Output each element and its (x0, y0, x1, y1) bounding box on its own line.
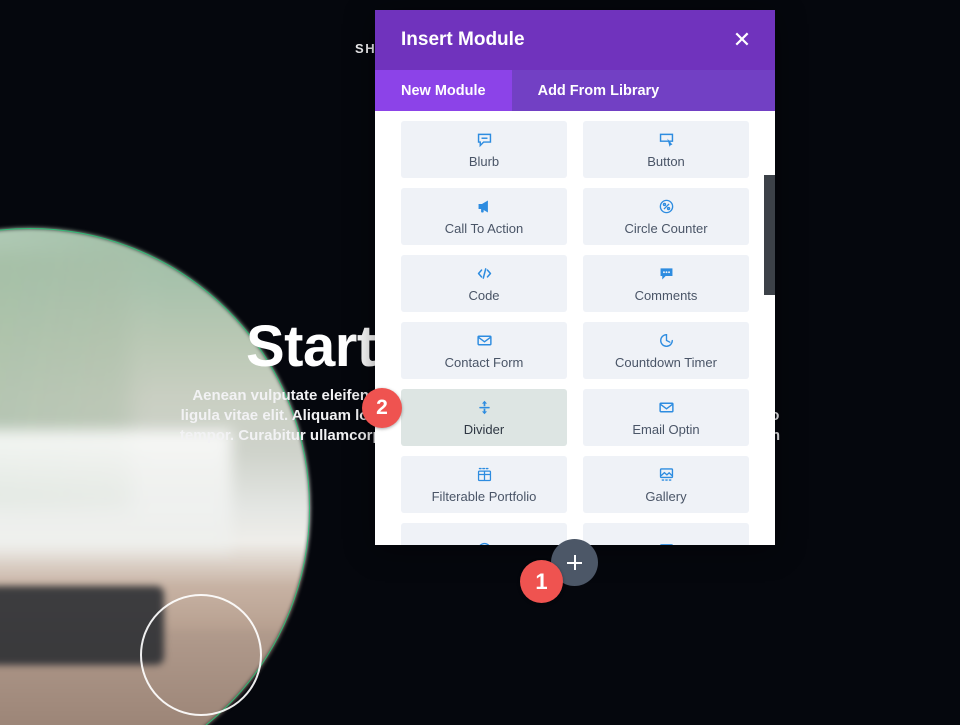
module-tile-partial-left[interactable] (401, 523, 567, 545)
image-gallery-icon (657, 466, 675, 484)
module-label: Code (468, 287, 500, 303)
modal-scrollbar[interactable] (764, 111, 775, 545)
circle-icon (475, 540, 493, 545)
divider-arrows-icon (475, 399, 493, 417)
module-tile-code[interactable]: Code (401, 255, 567, 312)
modal-body: Blurb Button Call To Action Circle Count… (375, 111, 775, 545)
modal-scrollbar-thumb[interactable] (764, 175, 775, 295)
envelope-icon (475, 332, 493, 350)
module-tile-contact-form[interactable]: Contact Form (401, 322, 567, 379)
module-label: Countdown Timer (615, 354, 717, 370)
grid-table-icon (475, 466, 493, 484)
module-label: Contact Form (444, 354, 524, 370)
module-tile-gallery[interactable]: Gallery (583, 456, 749, 513)
screenshot-stage: SHOP Startup Statistics Aenean vulputate… (0, 0, 960, 725)
image-icon (657, 540, 675, 545)
module-tile-blurb[interactable]: Blurb (401, 121, 567, 178)
module-label: Call To Action (444, 220, 524, 236)
envelope-icon (657, 399, 675, 417)
decorative-outline-circle (140, 594, 262, 716)
button-icon (657, 131, 675, 149)
module-label: Comments (634, 287, 698, 303)
module-tile-comments[interactable]: Comments (583, 255, 749, 312)
module-tile-divider[interactable]: Divider (401, 389, 567, 446)
module-tile-button[interactable]: Button (583, 121, 749, 178)
modules-grid: Blurb Button Call To Action Circle Count… (375, 111, 775, 545)
module-tile-email-optin[interactable]: Email Optin (583, 389, 749, 446)
module-tile-filterable-portfolio[interactable]: Filterable Portfolio (401, 456, 567, 513)
insert-module-modal: Insert Module ✕ New Module Add From Libr… (375, 10, 775, 545)
megaphone-icon (475, 198, 493, 216)
module-tile-call-to-action[interactable]: Call To Action (401, 188, 567, 245)
clock-icon (657, 332, 675, 350)
module-label: Blurb (468, 153, 500, 169)
module-label: Divider (463, 421, 505, 437)
modal-tab-bar: New Module Add From Library (375, 70, 775, 111)
circle-percent-icon (657, 198, 675, 216)
modal-header: Insert Module ✕ (375, 10, 775, 70)
modal-title: Insert Module (401, 29, 525, 50)
module-label: Circle Counter (624, 220, 708, 236)
tab-add-from-library[interactable]: Add From Library (512, 70, 686, 111)
module-label: Filterable Portfolio (431, 488, 537, 504)
module-label: Gallery (645, 488, 687, 504)
module-tile-countdown-timer[interactable]: Countdown Timer (583, 322, 749, 379)
module-tile-circle-counter[interactable]: Circle Counter (583, 188, 749, 245)
module-label: Button (647, 153, 685, 169)
step-badge-2: 2 (362, 388, 402, 428)
plus-icon (567, 555, 582, 570)
code-icon (475, 265, 493, 283)
module-tile-partial-right[interactable] (583, 523, 749, 545)
step-badge-1: 1 (520, 560, 563, 603)
tab-new-module[interactable]: New Module (375, 70, 512, 111)
module-label: Email Optin (632, 421, 700, 437)
comments-icon (657, 265, 675, 283)
close-icon[interactable]: ✕ (731, 29, 753, 51)
blurb-icon (475, 131, 493, 149)
